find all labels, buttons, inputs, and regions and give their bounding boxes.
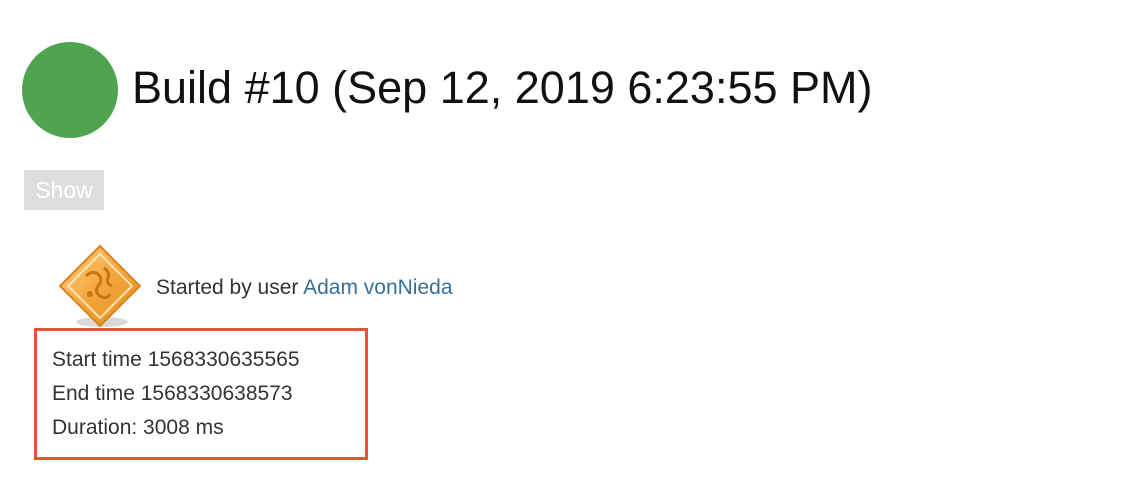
cause-prefix: Started by user xyxy=(156,276,299,299)
start-time-text: Start time 1568330635565 xyxy=(52,348,300,371)
page-title: Build #10 (Sep 12, 2019 6:23:55 PM) xyxy=(132,62,873,113)
end-time-text: End time 1568330638573 xyxy=(52,382,293,405)
cause-text: Started by user Adam vonNieda xyxy=(156,274,453,302)
duration-text: Duration: 3008 ms xyxy=(52,416,224,439)
user-cause-icon xyxy=(58,244,142,328)
build-status-icon xyxy=(22,42,118,138)
show-button[interactable]: Show xyxy=(24,170,104,210)
user-link[interactable]: Adam vonNieda xyxy=(303,276,452,299)
